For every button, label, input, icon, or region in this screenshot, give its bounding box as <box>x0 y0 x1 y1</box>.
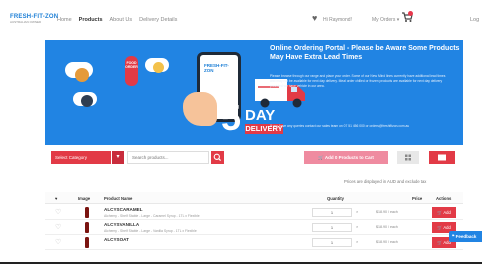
product-price: $18.90 / each <box>376 240 398 244</box>
user-greeting[interactable]: Hi Raymond! <box>323 17 352 23</box>
logo-tagline: AUSTRALIAN OWNED <box>10 20 42 24</box>
promo-day: DAY <box>245 107 276 124</box>
quantity-multiplier: × <box>356 224 359 229</box>
add-to-cart-label: Add 0 Products to Cart <box>324 155 374 160</box>
table-row: ♡ ALCYSOAT × $18.90 / each 🛒 Add <box>45 236 463 250</box>
nav-item-delivery-details[interactable]: Delivery Details <box>139 17 177 23</box>
heart-outline-icon[interactable]: ♡ <box>55 239 61 246</box>
five-day-delivery-badge: 5 DAY DELIVERY <box>221 100 284 140</box>
add-products-to-cart-button[interactable]: 🛒 Add 0 Products to Cart <box>304 151 388 164</box>
hero-title: Online Ordering Portal - Please be Aware… <box>270 45 460 62</box>
hero-body-text: Please browse through our range and plac… <box>270 74 446 89</box>
nav-item-about-us[interactable]: About Us <box>110 17 133 23</box>
cart-icon: 🛒 <box>318 155 325 160</box>
product-name[interactable]: ALCYSCARAMEL <box>104 207 143 212</box>
hero-contact-text: If you have any queries contact our sale… <box>270 124 410 128</box>
header-product-name: Product Name <box>104 196 133 201</box>
chevron-down-icon[interactable]: ▾ <box>112 151 124 164</box>
header-price: Price <box>412 196 423 201</box>
product-price: $18.90 / each <box>376 225 398 229</box>
feedback-label: Feedback <box>455 234 477 239</box>
product-image <box>85 222 89 233</box>
food-order-tag: FOOD ORDER <box>125 56 138 86</box>
search-input[interactable] <box>127 151 209 164</box>
burger-icon <box>75 68 89 82</box>
header-favourite: ♥ <box>55 196 58 201</box>
product-name[interactable]: ALCYSVANILLA <box>104 222 139 227</box>
product-price: $18.90 / each <box>376 210 398 214</box>
prices-note: Prices are displayed in AUD and exclude … <box>344 179 427 184</box>
add-button-label: Add <box>443 225 451 230</box>
add-button-label: Add <box>443 210 451 215</box>
table-row: ♡ ALCYSCARAMEL Alchemy - Shelf Stable - … <box>45 206 463 220</box>
table-header: ♥ Image Product Name Quantity Price Acti… <box>45 192 463 204</box>
product-toolbar: Select Category ▾ 🛒 Add 0 Products to Ca… <box>45 151 463 165</box>
heart-icon[interactable]: ♥ <box>312 14 317 23</box>
header-quantity: Quantity <box>327 196 344 201</box>
cart-count-badge <box>408 11 413 16</box>
nav-item-products[interactable]: Products <box>79 17 103 23</box>
header-actions: Actions <box>436 196 452 201</box>
product-image <box>85 237 89 248</box>
brand-logo[interactable]: FRESH-FIT-ZON AUSTRALIAN OWNED <box>10 14 58 24</box>
product-name[interactable]: ALCYSOAT <box>104 237 129 242</box>
list-view-button[interactable] <box>429 151 455 164</box>
add-button[interactable]: 🛒 Add <box>432 207 456 218</box>
product-image <box>85 207 89 218</box>
quantity-input[interactable] <box>312 223 352 232</box>
grid-view-button[interactable] <box>397 151 419 164</box>
quantity-input[interactable] <box>312 208 352 217</box>
search-icon <box>213 153 222 162</box>
list-view-icon <box>438 154 446 161</box>
main-nav: Home Products About Us Delivery Details <box>57 17 177 23</box>
search-button[interactable] <box>211 151 224 164</box>
promo-number: 5 <box>221 97 242 138</box>
header-image: Image <box>78 196 91 201</box>
product-description: Alchemy - Shelf Stable - Large - Vanilla… <box>104 228 197 233</box>
grid-view-icon <box>405 154 411 161</box>
top-navbar: FRESH-FIT-ZON AUSTRALIAN OWNED Home Prod… <box>0 0 482 36</box>
table-row: ♡ ALCYSVANILLA Alchemy - Shelf Stable - … <box>45 221 463 235</box>
hand-illustration <box>183 92 217 126</box>
sushi-icon <box>81 95 93 107</box>
heart-outline-icon[interactable]: ♡ <box>55 209 61 216</box>
my-orders-dropdown[interactable]: My Orders ▾ <box>372 17 399 23</box>
quantity-multiplier: × <box>356 209 359 214</box>
login-link[interactable]: Log <box>470 17 479 23</box>
phone-logo: FRESH-FIT-ZON <box>204 63 229 73</box>
category-select[interactable]: Select Category <box>51 151 111 164</box>
quantity-input[interactable] <box>312 238 352 247</box>
product-description: Alchemy - Shelf Stable - Large - Caramel… <box>104 213 200 218</box>
nav-item-home[interactable]: Home <box>57 17 72 23</box>
product-table: ♥ Image Product Name Quantity Price Acti… <box>45 192 463 264</box>
feedback-button[interactable]: ❝ Feedback <box>449 231 482 242</box>
quantity-multiplier: × <box>356 239 359 244</box>
heart-outline-icon[interactable]: ♡ <box>55 224 61 231</box>
pizza-icon <box>153 62 164 73</box>
